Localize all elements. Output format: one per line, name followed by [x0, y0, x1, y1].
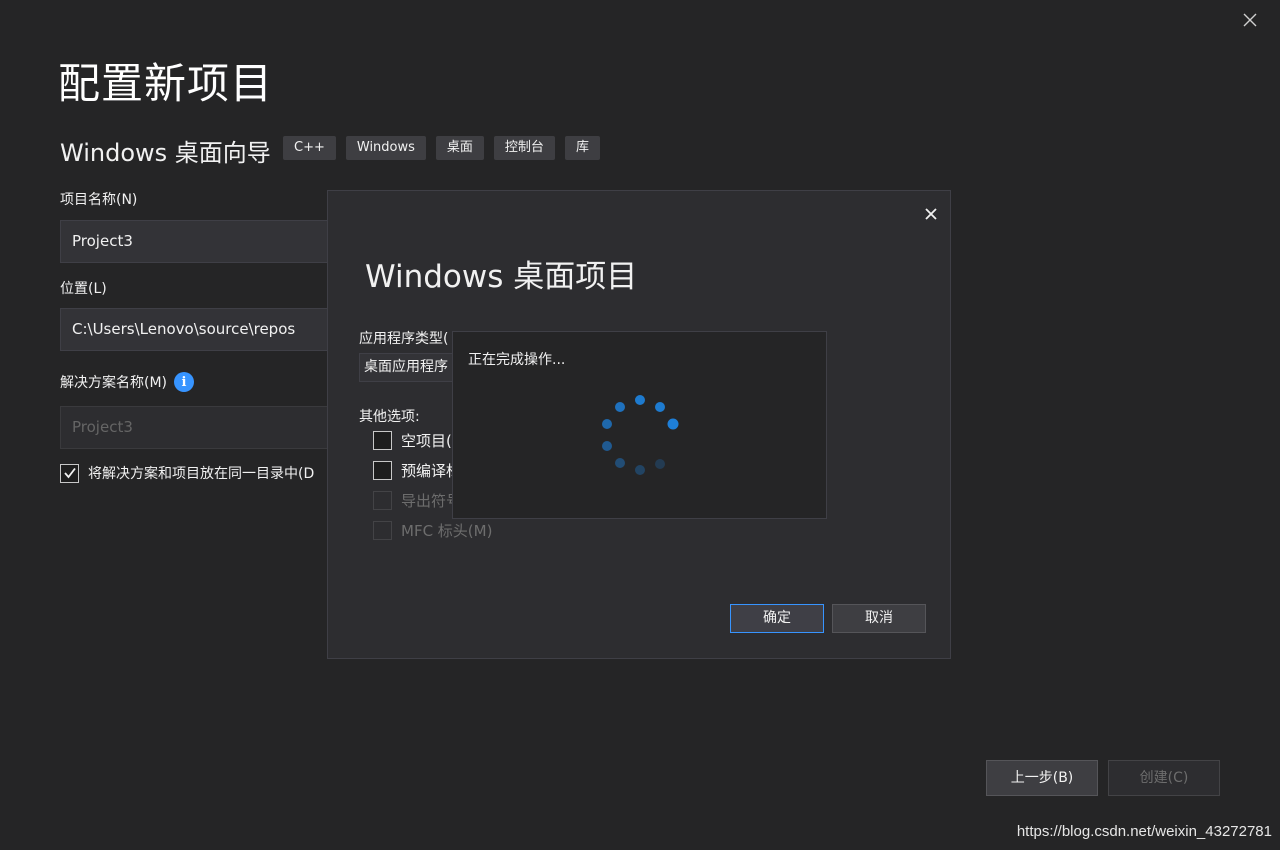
- ok-button[interactable]: 确定: [730, 604, 824, 633]
- dialog-close-button[interactable]: [918, 201, 944, 227]
- progress-text: 正在完成操作...: [468, 352, 566, 368]
- progress-popup: 正在完成操作...: [452, 331, 827, 519]
- tag-console: 控制台: [493, 136, 555, 160]
- info-icon[interactable]: i: [174, 372, 195, 392]
- solution-name-label-row: 解决方案名称(M) i: [60, 372, 195, 392]
- empty-project-label: 空项目(: [401, 432, 452, 450]
- close-icon: [925, 208, 937, 220]
- loading-spinner-icon: [602, 395, 679, 475]
- back-button[interactable]: 上一步(B): [986, 760, 1098, 796]
- solution-name-label: 解决方案名称(M): [60, 375, 168, 391]
- export-symbols-checkbox: [373, 491, 392, 510]
- close-icon: [1243, 13, 1257, 27]
- precompiled-header-checkbox[interactable]: [373, 461, 392, 480]
- project-name-input[interactable]: Project3: [60, 220, 350, 263]
- cancel-button[interactable]: 取消: [832, 604, 926, 633]
- tag-desktop: 桌面: [435, 136, 484, 160]
- location-label: 位置(L): [60, 281, 107, 297]
- checkmark-icon: [63, 467, 76, 479]
- create-button: 创建(C): [1108, 760, 1220, 796]
- other-options-label: 其他选项:: [359, 409, 420, 425]
- watermark: https://blog.csdn.net/weixin_43272781: [1016, 823, 1272, 840]
- same-directory-checkbox[interactable]: [60, 463, 79, 483]
- template-tags: C++ Windows 桌面 控制台 库: [283, 136, 600, 160]
- location-input[interactable]: C:\Users\Lenovo\source\repos: [60, 308, 350, 351]
- option-mfc-headers: MFC 标头(M): [373, 520, 492, 541]
- tag-library: 库: [564, 136, 600, 160]
- dialog-title: Windows 桌面项目: [365, 259, 638, 295]
- same-directory-option[interactable]: 将解决方案和项目放在同一目录中(D: [60, 463, 314, 483]
- template-name: Windows 桌面向导: [60, 139, 271, 167]
- mfc-headers-label: MFC 标头(M): [401, 522, 493, 540]
- option-empty-project[interactable]: 空项目(: [373, 430, 452, 451]
- solution-name-input: Project3: [60, 406, 350, 449]
- project-name-label: 项目名称(N): [60, 192, 138, 208]
- empty-project-checkbox[interactable]: [373, 431, 392, 450]
- tag-windows: Windows: [345, 136, 426, 160]
- page-title: 配置新项目: [58, 59, 274, 108]
- app-type-label: 应用程序类型(: [359, 331, 449, 347]
- option-precompiled-header[interactable]: 预编译标: [373, 460, 461, 481]
- tag-cpp: C++: [283, 136, 336, 160]
- same-directory-label: 将解决方案和项目放在同一目录中(D: [88, 466, 315, 482]
- option-export-symbols: 导出符号: [373, 490, 461, 511]
- window-close-button[interactable]: [1236, 6, 1264, 34]
- mfc-headers-checkbox: [373, 521, 392, 540]
